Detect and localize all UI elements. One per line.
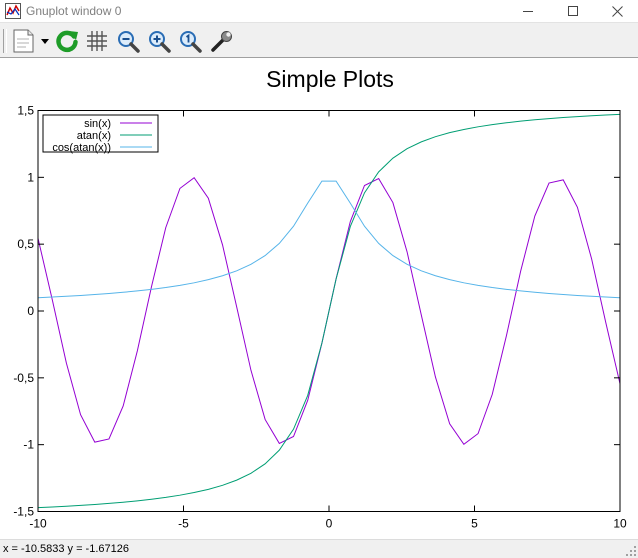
legend: sin(x)atan(x)cos(atan(x)) [42, 114, 159, 154]
plot-curves [37, 113, 621, 509]
x-tick-label: 10 [613, 517, 627, 531]
y-tick-label: 1,5 [17, 104, 34, 118]
legend-label: sin(x) [84, 118, 111, 130]
x-tick-label: -10 [29, 517, 47, 531]
status-bar: x = -10.5833 y = -1.67126 [0, 539, 638, 558]
resize-grip-icon[interactable] [625, 545, 637, 557]
plot-canvas[interactable]: Simple Plots -10 -5 0 5 10 -1,5 -1 -0,5 0 0,5 1 1,5… [0, 59, 638, 539]
options-button[interactable] [208, 28, 236, 54]
close-icon [611, 5, 623, 17]
zoom-in-icon [149, 31, 171, 53]
y-tick-label: 0 [27, 304, 34, 318]
autoscale-button[interactable] [177, 28, 203, 54]
page-icon [13, 29, 49, 53]
maximize-icon [568, 6, 578, 16]
y-tick-label: -1,5 [13, 505, 34, 519]
chart-title: Simple Plots [266, 66, 394, 92]
toolbar [0, 22, 638, 58]
minimize-button[interactable] [505, 0, 551, 22]
y-tick-label: 0,5 [17, 237, 34, 251]
plot-area[interactable]: Simple Plots -10 -5 0 5 10 -1,5 -1 -0,5 0 0,5 1 1,5… [0, 59, 638, 539]
x-tick-label: 0 [326, 517, 333, 531]
zoom-next-button[interactable] [146, 28, 172, 54]
zoom-previous-button[interactable] [115, 28, 141, 54]
wrench-icon [211, 31, 232, 52]
y-tick-label: -0,5 [13, 371, 34, 385]
grid-icon [87, 31, 107, 51]
toggle-grid-button[interactable] [84, 28, 110, 54]
legend-label: atan(x) [77, 130, 111, 142]
gnuplot-app-icon [5, 3, 21, 19]
copy-print-menu-button[interactable] [11, 28, 53, 54]
refresh-icon [56, 30, 78, 53]
y-tick-label: 1 [27, 170, 34, 184]
close-button[interactable] [594, 0, 638, 22]
title-bar: Gnuplot window 0 [0, 0, 638, 22]
zoom-out-icon [118, 31, 140, 53]
cursor-coordinates: x = -10.5833 y = -1.67126 [3, 543, 129, 555]
minimize-icon [523, 10, 533, 12]
zoom-reset-icon [180, 31, 202, 53]
series-line-atan [37, 113, 621, 509]
replot-button[interactable] [54, 28, 80, 54]
window-title: Gnuplot window 0 [26, 4, 122, 18]
y-tick-label: -1 [23, 438, 34, 452]
legend-label: cos(atan(x)) [52, 142, 111, 154]
x-tick-label: 5 [471, 517, 478, 531]
toolbar-grip[interactable] [3, 29, 7, 53]
axis-ticks: -10 -5 0 5 10 -1,5 -1 -0,5 0 0,5 1 1,5 [13, 104, 627, 531]
series-line-cos-atan [37, 180, 621, 299]
maximize-button[interactable] [550, 0, 596, 22]
x-tick-label: -5 [178, 517, 189, 531]
